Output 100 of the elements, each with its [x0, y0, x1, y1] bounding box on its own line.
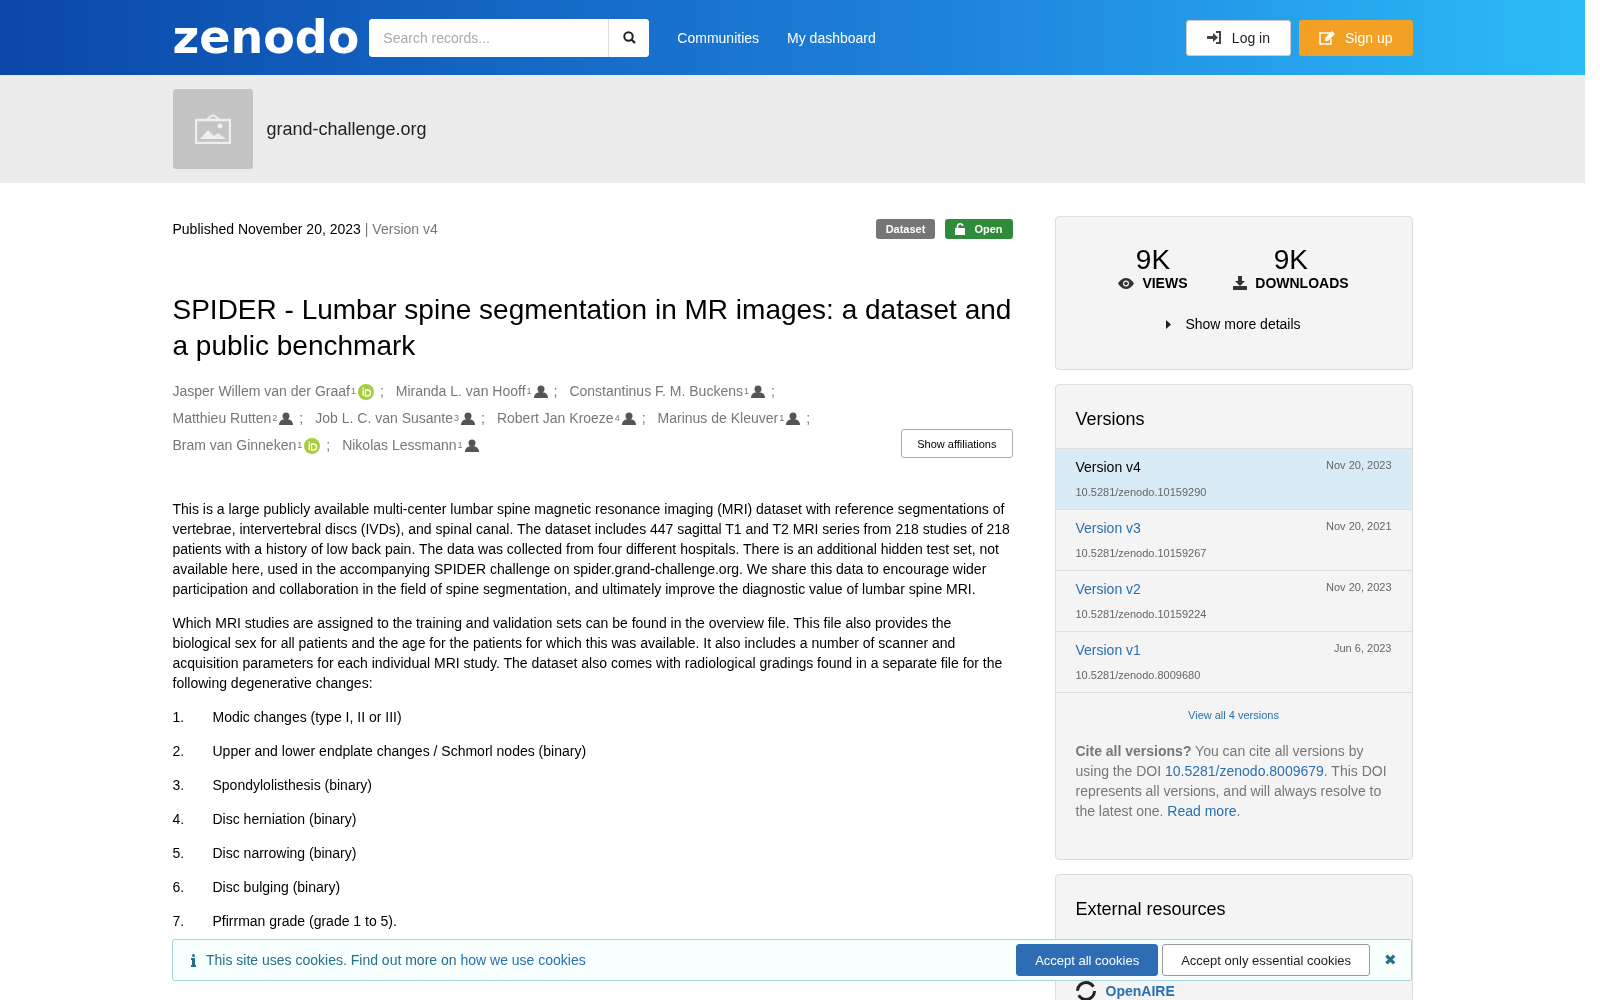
record-title: SPIDER - Lumbar spine segmentation in MR images: a dataset and a public benchmark	[172, 293, 1013, 363]
cite-all-versions-text: Cite all versions? You can cite all versions by using the DOI 10.5281/zenodo.8009679. This DOI represents all versions, and will always resolve to the latest one. Read more.	[1074, 742, 1388, 821]
author-name[interactable]: Marinus de Kleuver	[657, 409, 779, 428]
list-item-text: Pfirrman grade (grade 1 to 5).	[212, 912, 397, 931]
access-badge: Open	[945, 219, 1013, 239]
version-row[interactable]: Version v1 Jun 6, 2023 10.5281/zenodo.8009680	[1055, 631, 1412, 692]
view-all-versions-link[interactable]: View all 4 versions	[1055, 692, 1412, 741]
version-link[interactable]: Version v3	[1075, 520, 1327, 539]
caret-icon	[1166, 319, 1172, 329]
affiliation-number: 2	[272, 412, 278, 425]
version-date: Nov 20, 2023	[1326, 459, 1392, 473]
image-placeholder-icon	[172, 89, 253, 169]
accept-all-cookies-button[interactable]: Accept all cookies	[1016, 944, 1159, 976]
eye-icon	[1118, 277, 1135, 289]
version-label: | Version v4	[364, 221, 438, 237]
affiliation-number: 1	[457, 439, 463, 452]
separator: ;	[326, 436, 331, 455]
author-name[interactable]: Constantinus F. M. Buckens	[569, 382, 743, 401]
publication-date: Published November 20, 2023	[172, 221, 361, 237]
search-button[interactable]	[608, 18, 650, 57]
search-icon	[622, 31, 636, 44]
author-name[interactable]: Jasper Willem van der Graaf	[172, 382, 350, 401]
type-badge: Dataset	[875, 219, 936, 239]
show-affiliations-button[interactable]: Show affiliations	[901, 429, 1013, 458]
person-icon	[533, 385, 548, 398]
nav-link[interactable]: My dashboard	[787, 29, 876, 46]
list-number: 4.	[172, 810, 186, 829]
author-name[interactable]: Matthieu Rutten	[172, 409, 272, 428]
nav-link[interactable]: Communities	[677, 29, 760, 46]
version-row[interactable]: Version v2 Nov 20, 2023 10.5281/zenodo.10159224	[1055, 570, 1412, 631]
version-doi: 10.5281/zenodo.10159267	[1075, 546, 1208, 561]
version-doi: 10.5281/zenodo.10159224	[1075, 607, 1208, 622]
affiliation-number: 1	[526, 385, 532, 398]
doi-link[interactable]: 10.5281/zenodo.8009679	[1165, 763, 1324, 779]
affiliation-number: 4	[614, 412, 620, 425]
login-icon	[1206, 31, 1222, 44]
version-row[interactable]: Version v4 Nov 20, 2023 10.5281/zenodo.10159290	[1055, 448, 1412, 509]
stat-label: VIEWS	[1142, 275, 1188, 291]
card-title: External resources	[1074, 898, 1227, 921]
separator: ;	[771, 382, 775, 401]
login-button[interactable]: Log in	[1185, 19, 1291, 56]
unlock-icon	[955, 223, 967, 235]
list-number: 3.	[172, 776, 186, 795]
author-name[interactable]: Miranda L. van Hooff	[395, 382, 526, 401]
description-paragraph: This is a large publicly available multi-center lumbar spine magnetic resonance imaging (MRI) dataset with reference segmentations of vertebrae, intervertebral discs (IVDs), and spinal canal. The dataset includes 447 sagittal T1 and T2 MRI series from 218 studies of 218 patients with a history of low back pain. The data was collected from four different hospitals. There is an additional hidden test set, not available here, used in the accompanying SPIDER challenge on spider.grand-challenge.org. We share this data to encourage wider participation and collaboration in the field of spine segmentation, and ultimately improve the diagnostic value of lumbar spine MRI.	[172, 500, 1011, 599]
logo[interactable]: zenodo	[172, 8, 360, 67]
accept-essential-cookies-button[interactable]: Accept only essential cookies	[1162, 944, 1370, 976]
version-date: Nov 20, 2021	[1326, 520, 1392, 534]
ring-icon	[1075, 981, 1096, 1000]
affiliation-number: 1	[779, 412, 785, 425]
search-field[interactable]: Search records...	[369, 18, 650, 57]
stat-value: 9K	[1273, 245, 1309, 275]
affiliation-number: 3	[454, 412, 460, 425]
person-icon	[461, 412, 476, 425]
separator: ;	[299, 409, 304, 428]
person-icon	[279, 412, 294, 425]
list-item-text: Modic changes (type I, II or III)	[212, 708, 402, 727]
separator: ;	[481, 409, 485, 428]
separator: ;	[806, 409, 811, 428]
person-icon	[464, 439, 479, 452]
close-button[interactable]: ✖	[1378, 950, 1403, 970]
list-item-text: Upper and lower endplate changes / Schmorl nodes (binary)	[212, 742, 587, 761]
cookie-message: This site uses cookies. Find out more on how we use cookies	[206, 952, 587, 968]
affiliation-number: 1	[350, 385, 356, 398]
stat-value: 9K	[1135, 245, 1171, 275]
version-date: Nov 20, 2023	[1326, 581, 1392, 595]
version-link[interactable]: Version v2	[1075, 581, 1327, 600]
stat-label: DOWNLOADS	[1255, 275, 1349, 291]
community-name[interactable]: grand-challenge.org	[266, 118, 427, 140]
orcid-icon	[357, 383, 374, 400]
resource-link[interactable]: OpenAIRE	[1105, 983, 1175, 999]
affiliation-number: 1	[297, 439, 303, 452]
list-number: 2.	[172, 742, 186, 761]
read-more-link[interactable]: Read more	[1167, 803, 1237, 819]
separator: ;	[379, 382, 384, 401]
download-icon	[1233, 276, 1248, 290]
person-icon	[786, 412, 801, 425]
list-number: 5.	[172, 844, 186, 863]
author-name[interactable]: Bram van Ginneken	[172, 436, 297, 455]
separator: ;	[553, 382, 558, 401]
version-link[interactable]: Version v4	[1075, 459, 1327, 478]
author-name[interactable]: Nikolas Lessmann	[342, 436, 457, 455]
version-doi: 10.5281/zenodo.10159290	[1075, 485, 1208, 500]
author-name[interactable]: Robert Jan Kroeze	[496, 409, 614, 428]
orcid-icon	[304, 437, 321, 454]
version-doi: 10.5281/zenodo.8009680	[1075, 668, 1202, 683]
show-more-details-button[interactable]: Show more details	[1160, 315, 1307, 333]
author-name[interactable]: Job L. C. van Susante	[315, 409, 453, 428]
version-link[interactable]: Version v1	[1075, 642, 1334, 661]
list-item-text: Disc narrowing (binary)	[212, 844, 357, 863]
person-icon	[621, 412, 636, 425]
version-row[interactable]: Version v3 Nov 20, 2021 10.5281/zenodo.10159267	[1055, 509, 1412, 570]
cookie-policy-link[interactable]: how we use cookies	[460, 952, 586, 968]
list-item-text: Disc herniation (binary)	[212, 810, 357, 829]
info-icon	[191, 953, 196, 967]
list-number: 1.	[172, 708, 186, 727]
list-number: 7.	[172, 912, 186, 931]
person-icon	[751, 385, 765, 398]
description-paragraph: Which MRI studies are assigned to the training and validation sets can be found in the overview file. This file also provides the biological sex for all patients and the age for the patients for which this was available. It also includes a number of scanner and acquisition parameters for each individual MRI study. The dataset also comes with radiological gradings found in a separate file for the following degenerative changes:	[172, 614, 1004, 693]
list-item-text: Disc bulging (binary)	[212, 878, 341, 897]
